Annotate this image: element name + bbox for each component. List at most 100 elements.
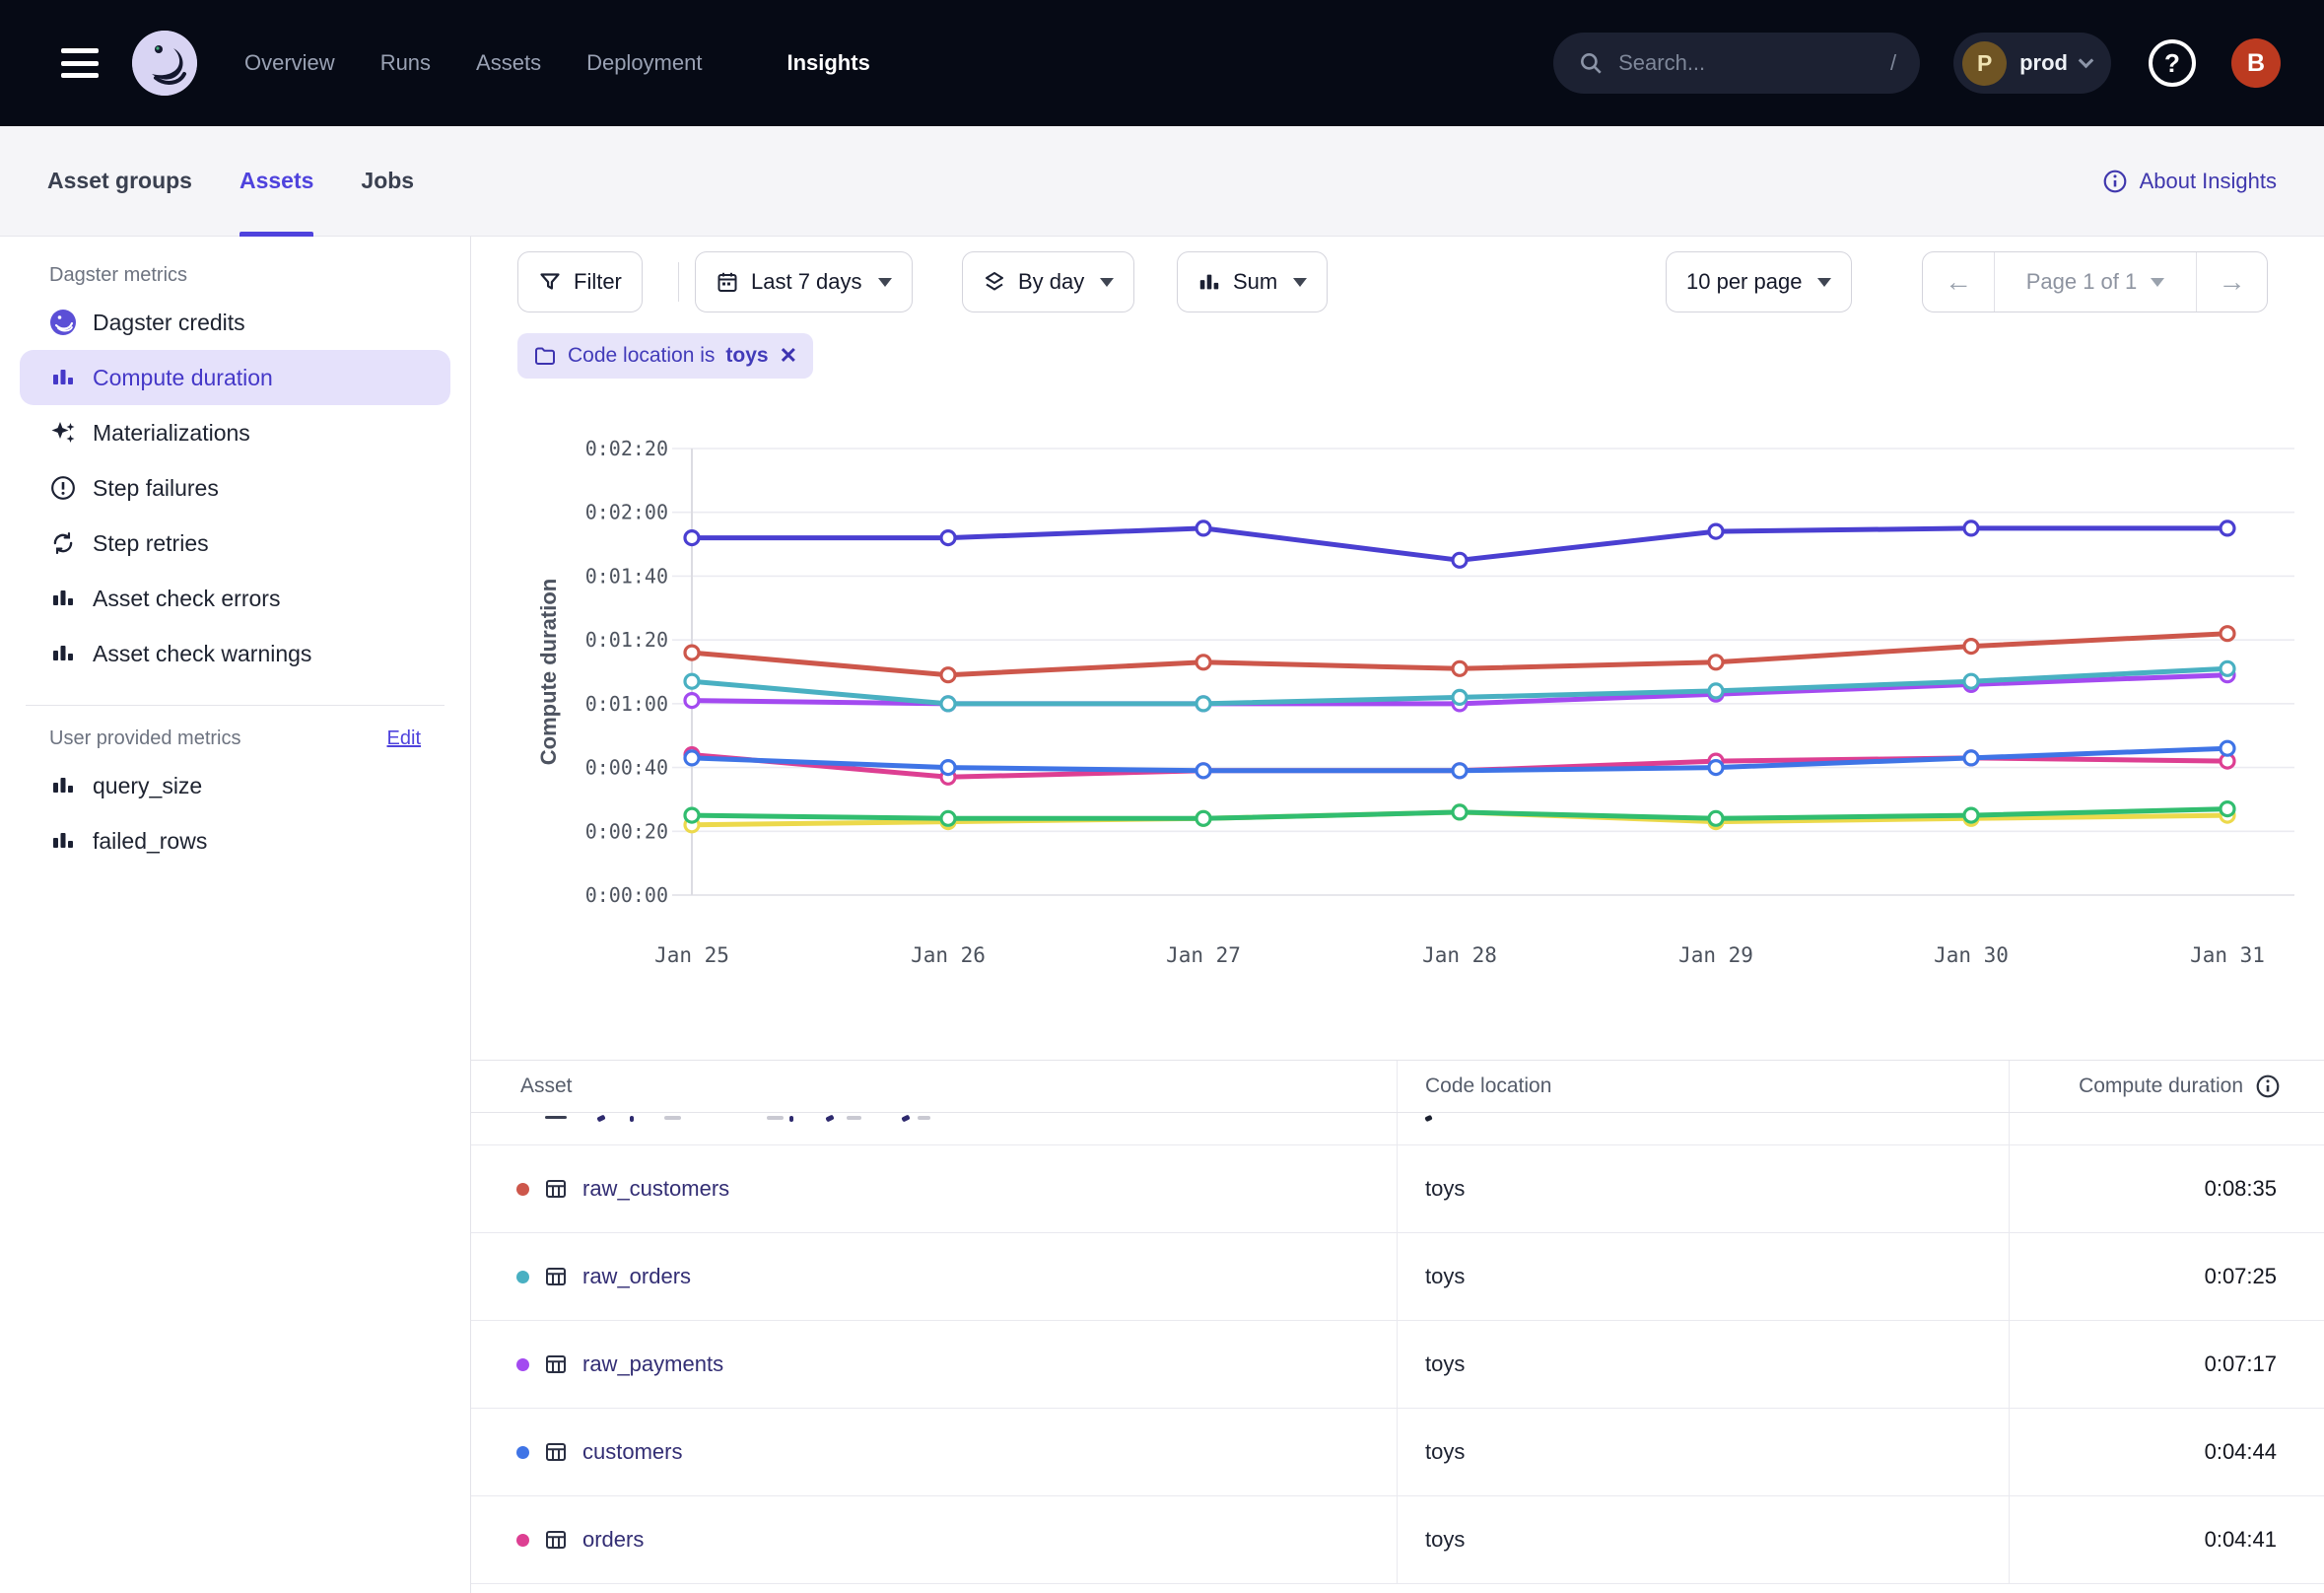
table-icon [544, 1177, 568, 1201]
page-size-dropdown[interactable]: 10 per page [1666, 251, 1852, 312]
table-icon [544, 1440, 568, 1464]
filter-button[interactable]: Filter [517, 251, 643, 312]
svg-text:0:01:40: 0:01:40 [585, 564, 668, 588]
svg-text:Jan 30: Jan 30 [1934, 943, 2009, 967]
toolbar-divider [678, 262, 679, 302]
sidebar-divider [26, 705, 444, 706]
asset-link[interactable]: customers [582, 1439, 682, 1465]
funnel-icon [538, 270, 562, 294]
bar-chart-icon [49, 772, 77, 799]
svg-text:Jan 25: Jan 25 [654, 943, 729, 967]
table-row: raw_orders toys0:07:25 [471, 1233, 2324, 1321]
prev-page-button[interactable]: ← [1923, 252, 1994, 312]
dagster-logo-icon[interactable] [132, 31, 197, 96]
calendar-icon [716, 270, 739, 294]
deployment-name: prod [2019, 50, 2068, 76]
compute-duration-cell: 0:04:44 [2009, 1409, 2324, 1495]
nav-overview[interactable]: Overview [244, 50, 335, 76]
asset-link[interactable]: raw_payments [582, 1351, 723, 1377]
user-avatar[interactable]: B [2231, 38, 2281, 88]
bar-chart-icon [49, 827, 77, 855]
sidebar-item-dagster-credits[interactable]: Dagster credits [20, 295, 450, 350]
column-header-asset: Asset [471, 1061, 1397, 1112]
table-row: raw_customerstoys0:08:35 [471, 1145, 2324, 1233]
sidebar-item-failed-rows[interactable]: failed_rows [20, 813, 450, 868]
column-header-compute-duration: Compute duration [2009, 1061, 2324, 1112]
bar-chart-icon [1197, 270, 1221, 294]
sidebar-section-title: Dagster metrics [49, 264, 470, 287]
sidebar-item-asset-check-errors[interactable]: Asset check errors [20, 571, 450, 626]
sidebar-item-asset-check-warnings[interactable]: Asset check warnings [20, 626, 450, 681]
column-header-code-location: Code location [1397, 1061, 2009, 1112]
compute-duration-cell: 0:08:35 [2009, 1145, 2324, 1232]
table-row: raw_paymentstoys0:07:17 [471, 1321, 2324, 1409]
tab-asset-groups[interactable]: Asset groups [47, 126, 192, 237]
svg-text:0:00:00: 0:00:00 [585, 883, 668, 907]
asset-link[interactable]: orders [582, 1527, 644, 1553]
svg-text:0:02:20: 0:02:20 [585, 437, 668, 460]
svg-text:0:01:00: 0:01:00 [585, 692, 668, 716]
svg-text:Jan 28: Jan 28 [1422, 943, 1497, 967]
primary-nav: Overview Runs Assets Deployment Insights [244, 50, 870, 76]
top-nav: Overview Runs Assets Deployment Insights… [0, 0, 2324, 126]
help-icon: ? [2164, 48, 2180, 79]
asset-link[interactable]: raw_orders [582, 1264, 691, 1289]
bar-chart-icon [49, 585, 77, 612]
insights-tab-bar: Asset groups Assets Jobs About Insights [0, 126, 2324, 237]
svg-text:0:00:40: 0:00:40 [585, 756, 668, 780]
group-by-dropdown[interactable]: By day [962, 251, 1134, 312]
sidebar-item-step-retries[interactable]: Step retries [20, 516, 450, 571]
edit-user-metrics-link[interactable]: Edit [387, 727, 421, 750]
series-color-dot [516, 1271, 529, 1283]
aggregation-dropdown[interactable]: Sum [1177, 251, 1328, 312]
sidebar-item-step-failures[interactable]: Step failures [20, 460, 450, 516]
nav-runs[interactable]: Runs [380, 50, 431, 76]
table-row-clipped[interactable] [471, 1113, 2324, 1145]
svg-text:0:02:00: 0:02:00 [585, 501, 668, 524]
deployment-badge: P [1962, 41, 2007, 86]
svg-text:Jan 27: Jan 27 [1166, 943, 1241, 967]
hamburger-menu-icon[interactable] [61, 48, 99, 78]
table-icon [544, 1265, 568, 1288]
page-indicator-dropdown[interactable]: Page 1 of 1 [1994, 252, 2196, 312]
chevron-down-icon [1293, 278, 1307, 287]
date-range-dropdown[interactable]: Last 7 days [695, 251, 913, 312]
table-header: Asset Code location Compute duration [471, 1061, 2324, 1113]
compute-duration-cell: 0:07:17 [2009, 1321, 2324, 1408]
svg-text:Compute duration: Compute duration [536, 579, 561, 765]
compute-duration-line-chart: 0:00:000:00:200:00:400:01:000:01:200:01:… [471, 414, 2324, 1005]
chevron-down-icon [878, 278, 892, 287]
table-row: customers toys0:04:44 [471, 1409, 2324, 1496]
bar-chart-icon [49, 364, 77, 391]
deployment-switcher[interactable]: P prod [1953, 33, 2111, 94]
help-button[interactable]: ? [2149, 39, 2196, 87]
code-location-cell: toys [1397, 1233, 2009, 1320]
filter-chip-code-location[interactable]: Code location is toys ✕ [517, 333, 813, 379]
code-location-cell: toys [1397, 1409, 2009, 1495]
sidebar-section-title-user: User provided metrics [49, 727, 241, 750]
sidebar-item-query-size[interactable]: query_size [20, 758, 450, 813]
compute-duration-cell: 0:07:25 [2009, 1233, 2324, 1320]
pagination-control: ← Page 1 of 1 → [1922, 251, 2268, 312]
info-icon[interactable] [2255, 1074, 2281, 1099]
asset-link[interactable]: raw_customers [582, 1176, 729, 1202]
search-icon [1577, 49, 1605, 77]
tab-assets[interactable]: Assets [239, 126, 313, 237]
sidebar-item-materializations[interactable]: Materializations [20, 405, 450, 460]
close-icon[interactable]: ✕ [780, 343, 797, 369]
refresh-icon [49, 529, 77, 557]
search-placeholder: Search... [1618, 50, 1705, 76]
nav-insights[interactable]: Insights [786, 50, 869, 76]
series-color-dot [516, 1358, 529, 1371]
svg-text:0:00:20: 0:00:20 [585, 819, 668, 843]
table-icon [544, 1528, 568, 1552]
next-page-button[interactable]: → [2196, 252, 2267, 312]
nav-assets[interactable]: Assets [476, 50, 541, 76]
nav-deployment[interactable]: Deployment [586, 50, 702, 76]
about-insights-link[interactable]: About Insights [2102, 169, 2277, 194]
search-input[interactable]: Search... / [1553, 33, 1920, 94]
tab-jobs[interactable]: Jobs [361, 126, 414, 237]
sidebar-item-compute-duration[interactable]: Compute duration [20, 350, 450, 405]
sparkles-icon [49, 419, 77, 447]
code-location-cell: toys [1397, 1496, 2009, 1583]
